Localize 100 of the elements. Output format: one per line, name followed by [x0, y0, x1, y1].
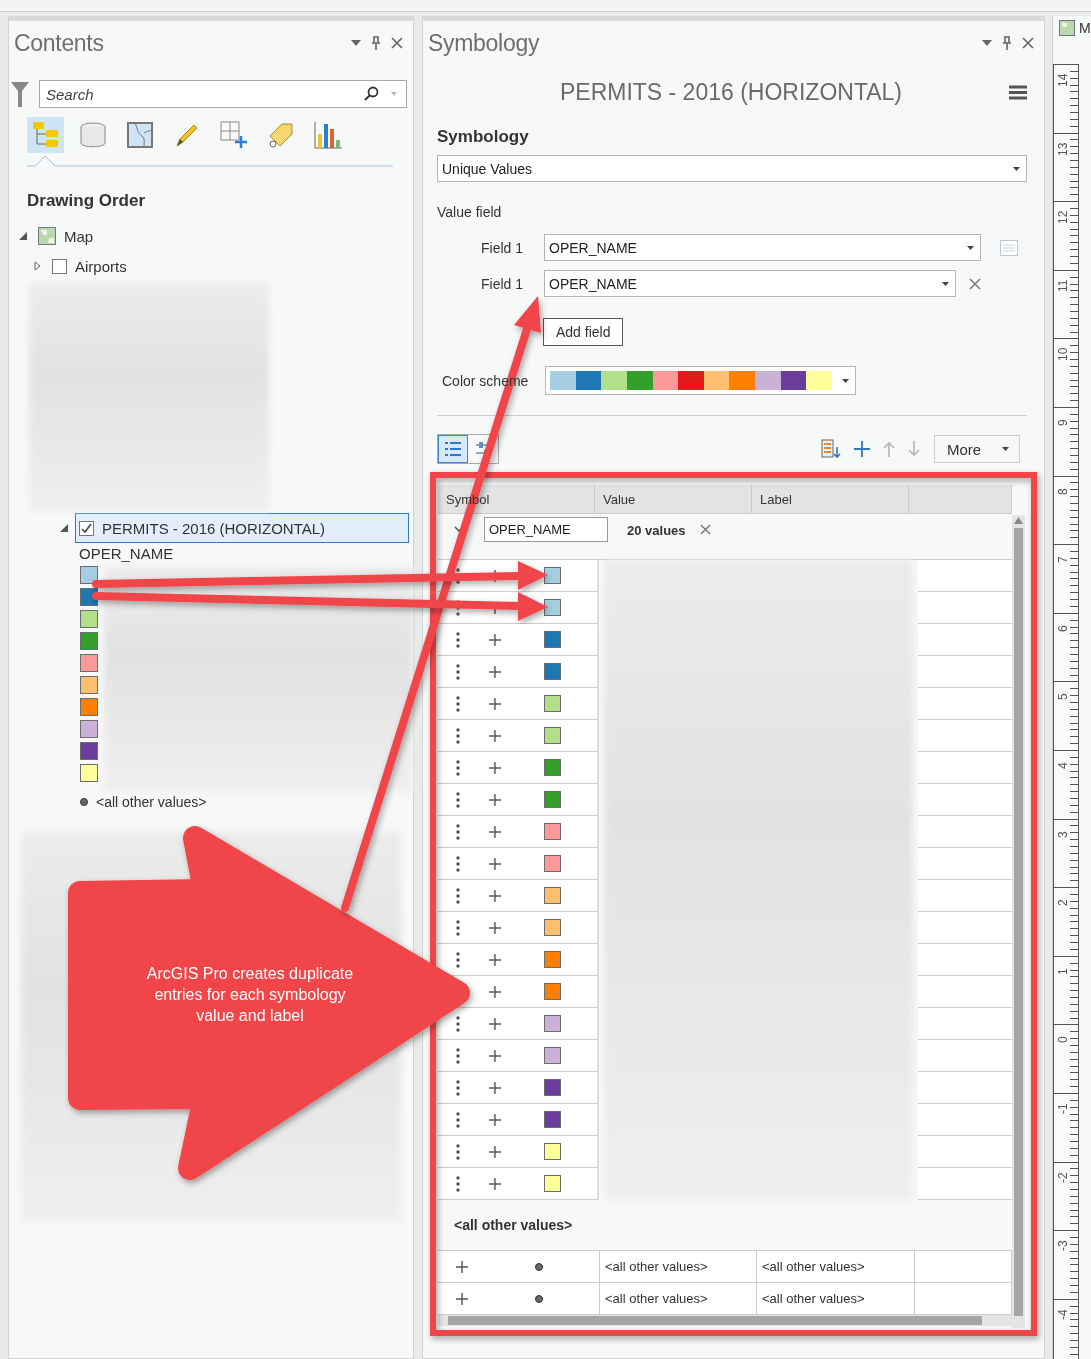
add-icon[interactable] — [489, 665, 501, 678]
group-field[interactable]: OPER_NAME — [484, 517, 608, 542]
symbol-swatch[interactable] — [544, 855, 561, 872]
ruler-label: 9 — [1056, 418, 1070, 429]
column-header[interactable]: Value — [595, 485, 752, 513]
add-icon[interactable] — [489, 825, 501, 838]
filter-icon[interactable] — [11, 81, 29, 107]
drag-handle-icon[interactable] — [456, 1111, 460, 1128]
symbol-swatch[interactable] — [544, 567, 561, 584]
symbol-swatch[interactable] — [544, 1175, 561, 1192]
point-symbol-icon — [80, 798, 88, 806]
checkbox[interactable] — [52, 258, 67, 274]
checkbox[interactable] — [79, 520, 94, 536]
symbol-swatch[interactable] — [544, 727, 561, 744]
symbol-swatch[interactable] — [544, 695, 561, 712]
drag-handle-icon[interactable] — [456, 759, 460, 776]
pin-icon[interactable] — [371, 36, 381, 50]
column-header[interactable]: Label — [752, 485, 909, 513]
drag-handle-icon[interactable] — [456, 567, 460, 584]
symbol-swatch[interactable] — [544, 759, 561, 776]
close-icon[interactable] — [1022, 37, 1034, 49]
add-field-button[interactable]: Add field — [543, 318, 624, 346]
add-icon[interactable] — [489, 1113, 501, 1126]
color-scheme-dropdown[interactable] — [545, 366, 856, 395]
add-icon[interactable] — [489, 1081, 501, 1094]
field-dropdown[interactable]: OPER_NAME — [544, 234, 981, 261]
symbology-dropdown[interactable]: Unique Values — [437, 155, 1027, 182]
search-icon[interactable] — [363, 86, 379, 102]
drag-handle-icon[interactable] — [456, 855, 460, 872]
add-icon[interactable] — [489, 729, 501, 742]
remove-icon[interactable] — [699, 524, 711, 535]
more-button[interactable]: More — [934, 435, 1020, 463]
symbol-swatch[interactable] — [544, 983, 561, 1000]
symbol-swatch[interactable] — [544, 1079, 561, 1096]
add-icon[interactable] — [489, 1145, 501, 1158]
add-icon[interactable] — [489, 1177, 501, 1190]
scroll-up-icon[interactable] — [1014, 517, 1023, 524]
layer-item[interactable]: PERMITS - 2016 (HORIZONTAL) — [75, 513, 409, 543]
layer-item[interactable]: Airports — [48, 251, 409, 281]
menu-icon[interactable] — [1009, 84, 1027, 100]
drag-handle-icon[interactable] — [456, 1079, 460, 1096]
add-icon[interactable] — [489, 793, 501, 806]
symbol-swatch[interactable] — [544, 631, 561, 648]
close-icon[interactable] — [391, 37, 403, 49]
symbol-swatch[interactable] — [544, 951, 561, 968]
symbol-swatch[interactable] — [544, 663, 561, 680]
vertical-scrollbar[interactable] — [1012, 515, 1025, 1328]
drag-handle-icon[interactable] — [456, 1015, 460, 1032]
ruler-label: -4 — [1056, 1308, 1070, 1323]
collapse-icon[interactable] — [19, 232, 27, 240]
symbol-swatch[interactable] — [544, 1111, 561, 1128]
view-toggle[interactable] — [438, 435, 468, 463]
symbol-swatch[interactable] — [544, 887, 561, 904]
symbol-swatch[interactable] — [544, 1047, 561, 1064]
add-icon[interactable] — [489, 857, 501, 870]
drag-handle-icon[interactable] — [456, 631, 460, 648]
symbol-swatch[interactable] — [544, 599, 561, 616]
drag-handle-icon[interactable] — [456, 823, 460, 840]
add-icon[interactable] — [456, 1292, 468, 1305]
drag-handle-icon[interactable] — [456, 663, 460, 680]
add-icon[interactable] — [489, 1017, 501, 1030]
horizontal-scrollbar[interactable] — [438, 1315, 1012, 1326]
drag-handle-icon[interactable] — [456, 919, 460, 936]
drag-handle-icon[interactable] — [456, 791, 460, 808]
symbol-swatch[interactable] — [544, 919, 561, 936]
add-icon[interactable] — [489, 761, 501, 774]
drag-handle-icon[interactable] — [456, 1143, 460, 1160]
remove-icon[interactable] — [969, 277, 981, 290]
symbol-swatch[interactable] — [544, 1015, 561, 1032]
drag-handle-icon[interactable] — [456, 887, 460, 904]
add-icon[interactable] — [854, 441, 870, 457]
symbol-swatch[interactable] — [544, 823, 561, 840]
add-icon[interactable] — [489, 889, 501, 902]
grid-plus-icon — [218, 120, 249, 150]
drag-handle-icon[interactable] — [456, 1047, 460, 1064]
dropdown-icon[interactable] — [351, 40, 361, 46]
add-icon[interactable] — [489, 633, 501, 646]
drag-handle-icon[interactable] — [456, 951, 460, 968]
symbol-swatch[interactable] — [544, 791, 561, 808]
view-tab[interactable]: M — [1079, 20, 1091, 36]
add-icon[interactable] — [489, 953, 501, 966]
expand-icon[interactable] — [34, 261, 41, 271]
value-cell: <all other values> — [600, 1283, 757, 1315]
add-icon[interactable] — [489, 697, 501, 710]
pin-icon[interactable] — [1002, 36, 1012, 50]
search-field[interactable]: Search — [39, 80, 407, 108]
add-icon[interactable] — [456, 1260, 468, 1273]
map-item[interactable]: Map — [34, 221, 409, 251]
dropdown-icon[interactable] — [982, 40, 992, 46]
symbol-swatch[interactable] — [544, 1143, 561, 1160]
drag-handle-icon[interactable] — [456, 727, 460, 744]
add-icon[interactable] — [489, 985, 501, 998]
drag-handle-icon[interactable] — [456, 599, 460, 616]
drag-handle-icon[interactable] — [456, 1175, 460, 1192]
import-icon[interactable] — [821, 439, 841, 459]
drag-handle-icon[interactable] — [456, 695, 460, 712]
add-icon[interactable] — [489, 921, 501, 934]
field-dropdown[interactable]: OPER_NAME — [544, 270, 956, 297]
add-icon[interactable] — [489, 1049, 501, 1062]
collapse-icon[interactable] — [60, 524, 68, 532]
